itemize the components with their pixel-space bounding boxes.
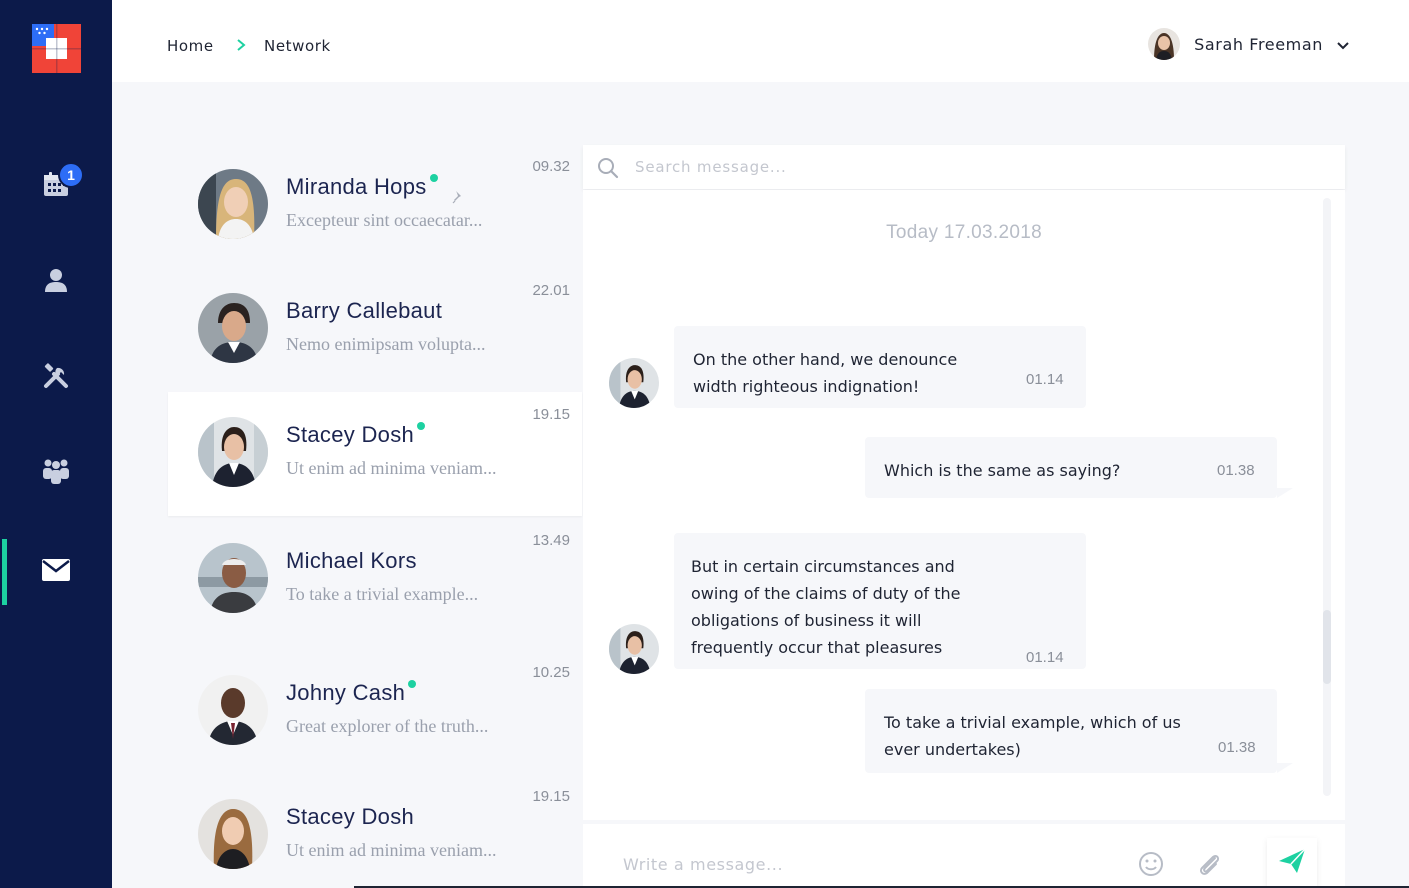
avatar xyxy=(198,293,268,363)
contact-item[interactable]: Michael Kors To take a trivial example..… xyxy=(168,518,582,642)
contact-preview: To take a trivial example... xyxy=(286,584,479,604)
message-composer xyxy=(583,824,1345,888)
bubble-tail xyxy=(1277,488,1293,498)
nav-tools[interactable] xyxy=(0,345,112,411)
message-bubble-incoming: On the other hand, we denounce width rig… xyxy=(674,326,1086,408)
message-time: 01.14 xyxy=(1026,371,1064,388)
nav-team[interactable] xyxy=(0,440,112,506)
avatar xyxy=(1148,28,1181,60)
message-text: On the other hand, we denounce width rig… xyxy=(693,350,958,396)
message-time: 01.38 xyxy=(1217,462,1255,479)
contact-preview: Ut enim ad minima veniam... xyxy=(286,458,497,478)
nav-messages[interactable] xyxy=(0,539,112,605)
nav-calendar[interactable] xyxy=(0,153,112,219)
user-menu[interactable]: Sarah Freeman xyxy=(1148,28,1349,60)
message-text: To take a trivial example, which of us e… xyxy=(884,713,1181,759)
contact-time: 22.01 xyxy=(532,282,570,299)
contact-time: 19.15 xyxy=(532,788,570,805)
contact-time: 09.32 xyxy=(532,158,570,175)
message-bubble-outgoing: To take a trivial example, which of us e… xyxy=(865,689,1277,773)
mail-icon xyxy=(41,558,71,586)
send-button[interactable] xyxy=(1267,838,1317,888)
tools-icon xyxy=(42,362,70,394)
search-icon xyxy=(597,157,619,183)
chevron-right-icon xyxy=(236,37,246,55)
contact-list: Miranda Hops Excepteur sint occaecatar..… xyxy=(168,144,582,888)
message-time: 01.38 xyxy=(1218,739,1256,756)
breadcrumb-current: Network xyxy=(264,37,331,55)
message-time: 01.14 xyxy=(1026,649,1064,666)
user-icon xyxy=(43,267,69,297)
avatar xyxy=(198,675,268,745)
contact-preview: Excepteur sint occaecatar... xyxy=(286,210,483,230)
message-bubble-incoming: But in certain circumstances and owing o… xyxy=(674,533,1086,669)
breadcrumb-home[interactable]: Home xyxy=(167,37,214,55)
contact-name: Barry Callebaut xyxy=(286,298,443,323)
avatar xyxy=(609,624,659,674)
app-logo[interactable] xyxy=(32,24,81,73)
bubble-tail xyxy=(1277,763,1293,773)
contact-name: Michael Kors xyxy=(286,548,417,573)
user-name: Sarah Freeman xyxy=(1194,34,1323,54)
chat-scrollbar-thumb[interactable] xyxy=(1323,610,1331,684)
contact-item-active[interactable]: Stacey Dosh Ut enim ad minima veniam... … xyxy=(168,392,582,516)
avatar xyxy=(198,169,268,239)
sidebar: 1 xyxy=(0,0,112,888)
chat-window: Today 17.03.2018 On the other hand, we d… xyxy=(583,190,1345,820)
contact-name: Stacey Dosh xyxy=(286,804,415,829)
online-indicator xyxy=(429,174,438,182)
online-indicator xyxy=(417,422,426,430)
message-bubble-outgoing: Which is the same as saying? 01.38 xyxy=(865,437,1277,498)
contact-preview: Great explorer of the truth... xyxy=(286,716,489,736)
message-text: Which is the same as saying? xyxy=(884,461,1121,480)
contact-time: 10.25 xyxy=(532,664,570,681)
chevron-down-icon[interactable] xyxy=(1337,35,1349,54)
attach-icon[interactable] xyxy=(1195,850,1223,882)
emoji-icon[interactable] xyxy=(1137,850,1165,882)
message-text: But in certain circumstances and owing o… xyxy=(691,557,961,657)
avatar xyxy=(198,417,268,487)
contact-name: Stacey Dosh xyxy=(286,422,426,448)
notification-badge: 1 xyxy=(58,162,84,188)
chat-scrollbar[interactable] xyxy=(1323,198,1331,796)
contact-item[interactable]: Barry Callebaut Nemo enimipsam volupta..… xyxy=(168,268,582,392)
team-icon xyxy=(41,457,71,489)
message-input[interactable] xyxy=(623,852,1123,876)
top-header: Home Network Sarah Freeman xyxy=(112,0,1409,82)
send-icon xyxy=(1277,847,1307,879)
search-input[interactable] xyxy=(635,155,1285,179)
contact-preview: Ut enim ad minima veniam... xyxy=(286,840,497,860)
contact-name: Miranda Hops xyxy=(286,174,438,200)
avatar xyxy=(609,358,659,408)
contact-time: 19.15 xyxy=(532,406,570,423)
avatar xyxy=(198,543,268,613)
contact-item[interactable]: Johny Cash Great explorer of the truth..… xyxy=(168,650,582,774)
contact-time: 13.49 xyxy=(532,532,570,549)
contact-item[interactable]: Stacey Dosh Ut enim ad minima veniam... … xyxy=(168,774,582,888)
nav-profile[interactable] xyxy=(0,249,112,315)
contact-item[interactable]: Miranda Hops Excepteur sint occaecatar..… xyxy=(168,144,582,268)
contact-name: Johny Cash xyxy=(286,680,417,706)
contact-preview: Nemo enimipsam volupta... xyxy=(286,334,486,354)
message-search xyxy=(583,145,1345,189)
online-indicator xyxy=(408,680,417,688)
pin-icon xyxy=(452,189,464,208)
avatar xyxy=(198,799,268,869)
chat-date: Today 17.03.2018 xyxy=(886,222,1042,243)
